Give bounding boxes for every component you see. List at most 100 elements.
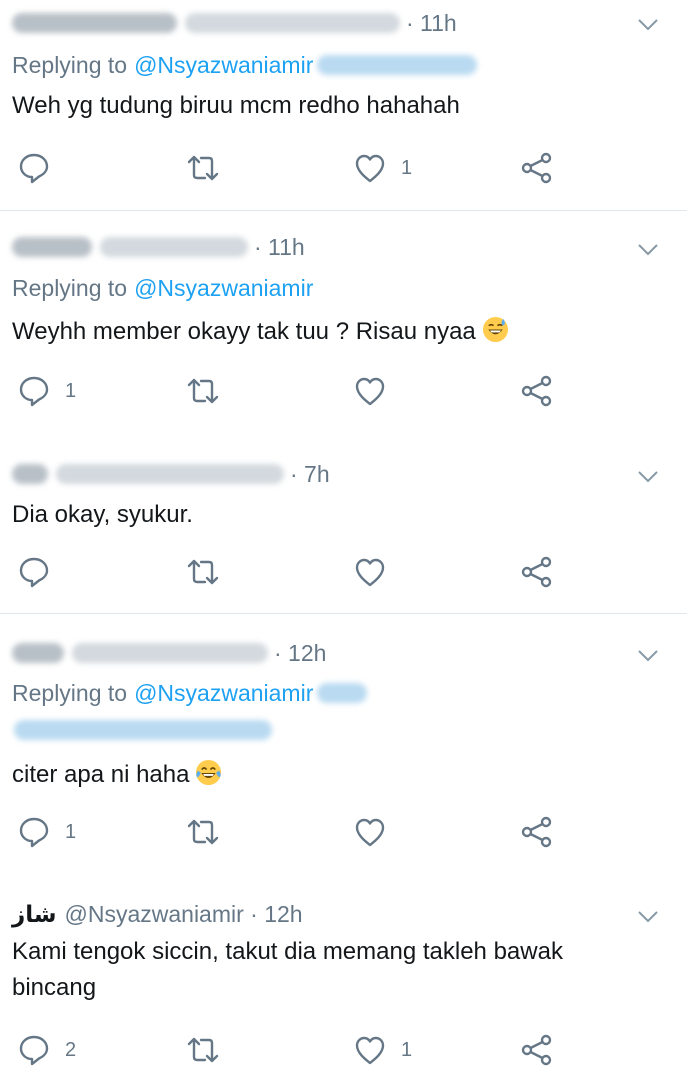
reply-icon	[19, 153, 49, 184]
like-icon	[355, 154, 385, 183]
replying-to: Replying to @Nsyazwaniamir	[12, 677, 368, 709]
chevron-down-icon[interactable]	[637, 910, 659, 924]
reply-button[interactable]	[17, 552, 65, 592]
tweet-actions: 2 1	[0, 1030, 687, 1070]
tweet-timestamp: · 11h	[406, 9, 457, 36]
redacted-display-name	[12, 237, 92, 257]
reply-tweet-4[interactable]: · 12h Replying to @Nsyazwaniamir citer a…	[0, 614, 687, 864]
handle-and-time: @Nsyazwaniamir · 12h	[64, 900, 303, 927]
share-icon	[521, 556, 552, 588]
tweet-header: · 11h	[12, 6, 457, 40]
replying-handle[interactable]: @Nsyazwaniamir	[134, 275, 313, 302]
tweet-text-content: citer apa ni haha	[12, 761, 190, 788]
like-button[interactable]: 1	[353, 148, 412, 188]
chevron-down-icon[interactable]	[637, 243, 659, 257]
reply-feed: · 11h Replying to @Nsyazwaniamir Weh yg …	[0, 0, 687, 1080]
share-icon	[521, 152, 552, 184]
tweet-timestamp: · 7h	[290, 460, 330, 487]
grinning-sweat-emoji	[482, 316, 508, 343]
redacted-handle-2	[14, 720, 272, 740]
reply-count: 2	[65, 1038, 77, 1061]
replying-handle[interactable]: @Nsyazwaniamir	[134, 680, 313, 707]
redacted-display-name	[12, 464, 48, 484]
replying-label: Replying to	[12, 274, 128, 301]
like-icon	[355, 818, 385, 847]
share-button[interactable]	[520, 552, 554, 592]
chevron-down-icon[interactable]	[637, 470, 659, 484]
like-button[interactable]: 1	[353, 1030, 412, 1070]
reply-count: 1	[65, 820, 77, 843]
retweet-icon	[187, 819, 219, 845]
share-button[interactable]	[520, 1030, 554, 1070]
tweet-actions: 1	[0, 148, 687, 188]
chevron-down-icon[interactable]	[637, 649, 659, 663]
like-count: 1	[401, 156, 413, 179]
share-icon	[521, 816, 552, 848]
share-button[interactable]	[520, 371, 554, 411]
reply-tweet-3[interactable]: · 7h Dia okay, syukur.	[0, 437, 687, 613]
redacted-handle	[317, 683, 368, 703]
reply-button[interactable]	[17, 148, 65, 188]
reply-icon	[19, 817, 49, 848]
retweet-icon	[187, 559, 219, 585]
display-name[interactable]: شاز	[12, 901, 57, 928]
tweet-text: Dia okay, syukur.	[12, 501, 193, 528]
reply-button[interactable]: 1	[17, 812, 76, 852]
like-icon	[355, 558, 385, 587]
retweet-button[interactable]	[186, 552, 220, 592]
redacted-handle	[317, 55, 478, 75]
reply-tweet-5[interactable]: شاز @Nsyazwaniamir · 12h Kami tengok sic…	[0, 864, 687, 1080]
retweet-button[interactable]	[186, 1030, 220, 1070]
tweet-text-line-1: Kami tengok siccin, takut dia memang tak…	[12, 938, 563, 965]
reply-icon	[19, 557, 49, 588]
reply-icon	[19, 1035, 49, 1066]
retweet-icon	[187, 1037, 219, 1063]
retweet-button[interactable]	[186, 371, 220, 411]
replying-handle[interactable]: @Nsyazwaniamir	[134, 52, 313, 79]
like-button[interactable]	[353, 552, 401, 592]
retweet-icon	[187, 378, 219, 404]
tweet-header: شاز @Nsyazwaniamir · 12h	[12, 897, 303, 931]
replying-to: Replying to @Nsyazwaniamir	[12, 49, 478, 81]
redacted-username	[56, 464, 284, 484]
tweet-actions: 1	[0, 371, 687, 411]
retweet-icon	[187, 155, 219, 181]
retweet-button[interactable]	[186, 812, 220, 852]
tweet-timestamp: · 12h	[274, 639, 327, 666]
tweet-header: · 11h	[12, 230, 305, 264]
tweet-header: · 7h	[12, 457, 330, 491]
like-count: 1	[401, 1038, 413, 1061]
tweet-text-line-2: bincang	[12, 974, 97, 1001]
redacted-username	[185, 13, 400, 33]
reply-button[interactable]: 2	[17, 1030, 76, 1070]
tweet-actions: 1	[0, 812, 687, 852]
share-icon	[521, 1034, 552, 1066]
replying-label: Replying to	[12, 679, 128, 706]
retweet-button[interactable]	[186, 148, 220, 188]
like-button[interactable]	[353, 812, 401, 852]
redacted-username	[72, 643, 268, 663]
share-button[interactable]	[520, 148, 554, 188]
redacted-display-name	[12, 643, 64, 663]
like-icon	[355, 1036, 385, 1065]
tweet-header: · 12h	[12, 636, 326, 670]
chevron-down-icon[interactable]	[637, 18, 659, 32]
tweet-text: Weh yg tudung biruu mcm redho hahahah	[12, 92, 460, 119]
tweet-actions	[0, 552, 687, 592]
reply-count: 1	[65, 379, 77, 402]
like-button[interactable]	[353, 371, 401, 411]
tweet-text-content: Weyhh member okayy tak tuu ? Risau nyaa	[12, 318, 476, 345]
replying-to: Replying to @Nsyazwaniamir	[12, 272, 313, 304]
replying-label: Replying to	[12, 51, 128, 78]
tweet-text: Weyhh member okayy tak tuu ? Risau nyaa	[12, 314, 667, 350]
share-icon	[521, 375, 552, 407]
tweet-text: citer apa ni haha	[12, 757, 667, 793]
redacted-username	[100, 237, 248, 257]
reply-icon	[19, 376, 49, 407]
reply-tweet-1[interactable]: · 11h Replying to @Nsyazwaniamir Weh yg …	[0, 0, 687, 210]
reply-button[interactable]: 1	[17, 371, 76, 411]
tears-of-joy-emoji	[196, 759, 222, 786]
reply-tweet-2[interactable]: · 11h Replying to @Nsyazwaniamir Weyhh m…	[0, 211, 687, 437]
redacted-display-name	[12, 13, 177, 33]
share-button[interactable]	[520, 812, 554, 852]
